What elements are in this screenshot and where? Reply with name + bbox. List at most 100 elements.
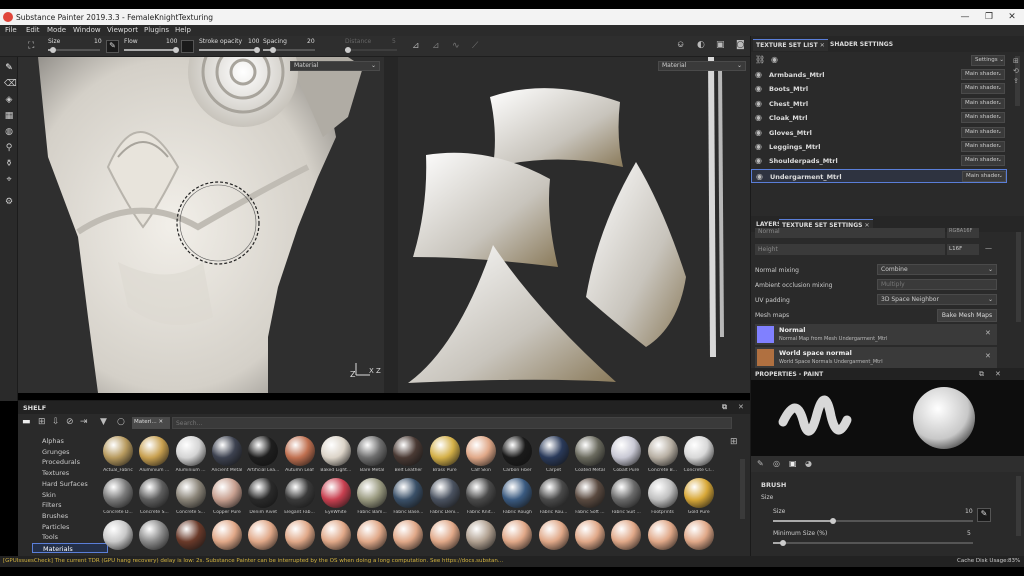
grid-view-icon[interactable]: ⊞: [730, 437, 738, 447]
shader-dropdown[interactable]: Main shader ⌄: [961, 126, 1005, 138]
material-thumbnail[interactable]: [393, 436, 424, 466]
size-value[interactable]: 10: [94, 38, 102, 45]
properties-scrollbar[interactable]: [1016, 476, 1021, 536]
camera-icon[interactable]: ⎉: [677, 40, 684, 50]
settings-dropdown[interactable]: Settings ⌄: [971, 55, 1005, 66]
shader-dropdown[interactable]: Main shader ⌄: [962, 170, 1006, 182]
close-icon[interactable]: ✕: [158, 419, 163, 425]
shelf-category-skin[interactable]: Skin: [32, 490, 108, 500]
material-thumbnail[interactable]: [683, 478, 714, 508]
close-icon[interactable]: ✕: [985, 329, 991, 337]
close-icon[interactable]: ✕: [985, 352, 991, 360]
clone-icon[interactable]: ⚲: [4, 143, 14, 153]
filter-chip[interactable]: Materi... ✕: [132, 417, 170, 429]
shader-dropdown[interactable]: Main shader ⌄: [961, 155, 1005, 167]
material-thumbnail[interactable]: [103, 520, 133, 550]
material-thumbnail[interactable]: [139, 436, 170, 466]
material-thumbnail[interactable]: [357, 478, 388, 508]
import-icon[interactable]: ⇩: [52, 417, 60, 427]
material-thumbnail[interactable]: [574, 478, 605, 508]
history-icon[interactable]: ⟲: [1013, 66, 1023, 76]
maximize-button[interactable]: ❐: [978, 11, 1000, 23]
polygon-fill-icon[interactable]: ▦: [4, 111, 14, 121]
texture-set-row[interactable]: ◉ Armbands_Mtrl Main shader ⌄: [751, 68, 1007, 82]
menu-window[interactable]: Window: [73, 26, 101, 34]
color-picker-icon[interactable]: ⚱: [4, 159, 14, 169]
flow-value[interactable]: 100: [166, 38, 177, 45]
material-thumbnail[interactable]: [429, 520, 460, 550]
texture-set-row[interactable]: ◉ Boots_Mtrl Main shader ⌄: [751, 82, 1007, 96]
texture-set-row[interactable]: ◉ Cloak_Mtrl Main shader ⌄: [751, 111, 1007, 125]
material-thumbnail[interactable]: [211, 436, 242, 466]
eye-icon[interactable]: ◉: [755, 84, 764, 93]
menu-help[interactable]: Help: [175, 26, 191, 34]
material-thumbnail[interactable]: [284, 436, 315, 466]
shelf-category-hard-surfaces[interactable]: Hard Surfaces: [32, 479, 108, 489]
texture-set-row[interactable]: ◉ Undergarment_Mtrl Main shader ⌄: [751, 168, 1007, 183]
texture-set-row[interactable]: ◉ Shoulderpads_Mtrl Main shader ⌄: [751, 154, 1007, 168]
material-thumbnail[interactable]: [211, 478, 242, 508]
shader-dropdown[interactable]: Main shader ⌄: [961, 69, 1005, 80]
shelf-category-tools[interactable]: Tools: [32, 532, 108, 542]
shader-dropdown[interactable]: Main shader ⌄: [961, 83, 1005, 95]
shelf-search-input[interactable]: [172, 417, 732, 429]
material-thumbnail[interactable]: [248, 478, 279, 508]
minimize-button[interactable]: —: [954, 11, 976, 23]
material-thumbnail[interactable]: [393, 520, 424, 550]
material-thumbnail[interactable]: [647, 436, 678, 466]
mesh-map-slot[interactable]: World space normal World Space Normals Un…: [755, 347, 997, 368]
texture-set-row[interactable]: ◉ Gloves_Mtrl Main shader ⌄: [751, 126, 1007, 140]
line-tool-icon[interactable]: ⟋: [472, 41, 478, 51]
material-thumbnail[interactable]: [538, 478, 569, 508]
shader-dropdown[interactable]: Main shader ⌄: [961, 112, 1005, 124]
material-thumbnail[interactable]: [647, 520, 678, 550]
export-icon[interactable]: ⇥: [80, 417, 88, 427]
mesh-map-slot[interactable]: Normal Normal Map from Mesh Undergarment_…: [755, 324, 997, 345]
brush-size-slider[interactable]: [773, 518, 973, 524]
menu-edit[interactable]: Edit: [26, 26, 40, 34]
viewport-2d[interactable]: Material ⌄: [398, 57, 750, 393]
display-icon[interactable]: ▣: [716, 40, 725, 50]
brush-size-value[interactable]: 10: [965, 508, 973, 515]
shelf-category-filters[interactable]: Filters: [32, 500, 108, 510]
height-channel-field[interactable]: Height: [755, 244, 945, 255]
material-thumbnail[interactable]: [611, 478, 642, 508]
eye-icon[interactable]: ◉: [756, 172, 765, 181]
min-size-slider[interactable]: [773, 540, 973, 546]
material-thumbnail[interactable]: [574, 436, 605, 466]
material-thumbnail[interactable]: [175, 520, 206, 550]
flow-slider[interactable]: [124, 47, 179, 53]
menu-plugins[interactable]: Plugins: [144, 26, 169, 34]
eye-icon[interactable]: ◉: [755, 156, 764, 165]
circle-icon[interactable]: ○: [117, 417, 125, 427]
spacing-value[interactable]: 20: [307, 38, 315, 45]
eraser-icon[interactable]: ⌫: [4, 79, 17, 89]
shelf-category-brushes[interactable]: Brushes: [32, 511, 108, 521]
pen-pressure-icon[interactable]: ✎: [106, 40, 119, 53]
brush-tab-icon[interactable]: ✎: [757, 459, 764, 468]
texture-set-row[interactable]: ◉ Chest_Mtrl Main shader ⌄: [751, 97, 1007, 111]
eye-icon[interactable]: ◉: [755, 142, 764, 151]
flow-pressure-icon[interactable]: [181, 40, 194, 53]
material-thumbnail[interactable]: [211, 520, 242, 550]
shelf-category-alphas[interactable]: Alphas: [32, 436, 108, 446]
material-thumbnail[interactable]: [538, 520, 569, 550]
material-thumbnail[interactable]: [466, 478, 496, 508]
settings-scrollbar[interactable]: [1016, 232, 1021, 322]
material-thumbnail[interactable]: [647, 478, 678, 508]
close-icon[interactable]: ✕: [820, 42, 825, 49]
size-slider[interactable]: [48, 47, 100, 53]
undock-icon[interactable]: ⧉: [722, 403, 727, 412]
close-properties-icon[interactable]: ✕: [995, 370, 1001, 378]
viewport-3d-channel-dropdown[interactable]: Material ⌄: [290, 61, 380, 71]
material-thumbnail[interactable]: [320, 520, 351, 550]
symmetry-icon[interactable]: ⛶: [28, 41, 40, 51]
material-thumbnail[interactable]: [248, 520, 279, 550]
texture-set-row[interactable]: ◉ Leggings_Mtrl Main shader ⌄: [751, 140, 1007, 154]
shelf-category-textures[interactable]: Textures: [32, 468, 108, 478]
material-thumbnail[interactable]: [103, 478, 133, 508]
eye-icon[interactable]: ◉: [755, 70, 764, 79]
eye-icon[interactable]: ◉: [755, 99, 764, 108]
bake-mesh-maps-button[interactable]: Bake Mesh Maps: [937, 309, 997, 322]
hide-icon[interactable]: ⊘: [66, 417, 74, 427]
